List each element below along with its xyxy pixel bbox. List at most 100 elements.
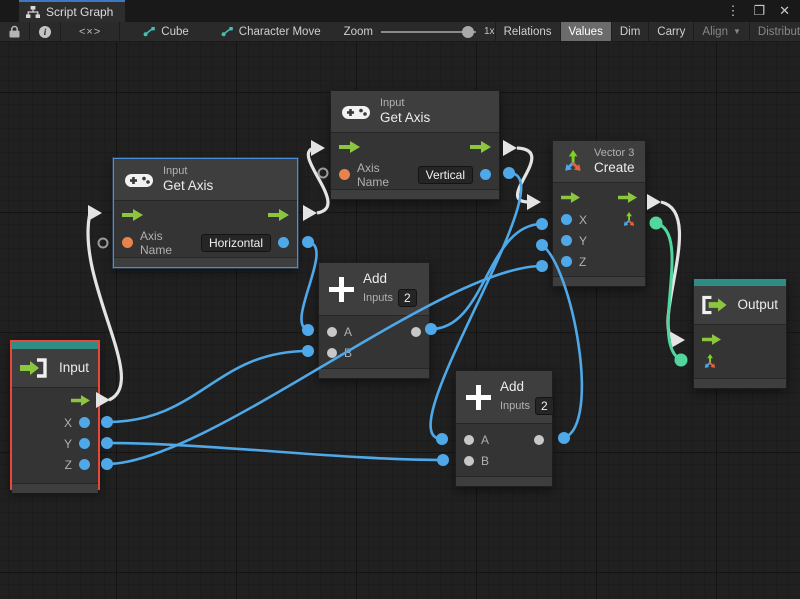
graph-canvas[interactable]: Input Get Axis Axis Name Vertical bbox=[0, 42, 800, 599]
carry-label: Carry bbox=[657, 26, 685, 38]
axis-value-out-port[interactable] bbox=[278, 237, 289, 248]
sum-out-port[interactable] bbox=[411, 327, 421, 337]
node-footer bbox=[694, 378, 786, 388]
align-dropdown[interactable]: Align ▼ bbox=[693, 22, 749, 41]
y-in-port[interactable] bbox=[561, 235, 572, 246]
axis-name-port[interactable] bbox=[339, 169, 350, 180]
connection-dot[interactable] bbox=[302, 324, 314, 336]
node-input-event[interactable]: Input X Y Z bbox=[10, 340, 100, 490]
script-graph-icon bbox=[221, 26, 234, 37]
dim-label: Dim bbox=[620, 26, 640, 38]
vector3-out-port[interactable] bbox=[621, 212, 637, 228]
flow-out-port[interactable] bbox=[71, 395, 90, 406]
z-out-port[interactable] bbox=[79, 459, 90, 470]
unconnected-port-ring[interactable] bbox=[319, 169, 328, 178]
sum-out-port[interactable] bbox=[534, 435, 544, 445]
zoom-slider[interactable] bbox=[381, 31, 476, 33]
node-footer bbox=[319, 368, 429, 378]
variables-button[interactable]: <×> bbox=[61, 22, 120, 41]
connection-dot[interactable] bbox=[302, 236, 314, 248]
flow-in-port[interactable] bbox=[339, 141, 360, 153]
wire-input-y-to-add2-b[interactable] bbox=[107, 443, 443, 460]
flow-arrow bbox=[503, 140, 517, 156]
unconnected-port-ring[interactable] bbox=[99, 239, 108, 248]
axis-name-label: Axis Name bbox=[357, 161, 411, 189]
connection-dot[interactable] bbox=[101, 458, 113, 470]
relations-button[interactable]: Relations bbox=[495, 22, 560, 41]
distribute-dropdown[interactable]: Distribute ▼ bbox=[749, 22, 800, 41]
connection-dot[interactable] bbox=[675, 354, 688, 367]
connection-dot[interactable] bbox=[302, 345, 314, 357]
inputs-count-field[interactable]: 2 bbox=[398, 289, 417, 307]
wire-flow-getaxis-horizontal-to-vertical[interactable] bbox=[308, 148, 328, 213]
axis-name-field[interactable]: Horizontal bbox=[201, 234, 271, 252]
node-add-1[interactable]: Add Inputs 2 A B bbox=[318, 262, 430, 379]
x-in-port[interactable] bbox=[561, 214, 572, 225]
wire-flow-getaxis-vertical-to-vector3[interactable] bbox=[517, 148, 532, 202]
node-title: Output bbox=[737, 297, 778, 313]
connection-dot[interactable] bbox=[437, 454, 449, 466]
node-title: Get Axis bbox=[380, 110, 430, 126]
b-in-port[interactable] bbox=[464, 456, 474, 466]
wire-input-x-to-add1-b[interactable] bbox=[107, 351, 308, 422]
axis-value-out-port[interactable] bbox=[480, 169, 491, 180]
wire-add1-to-vector3-x[interactable] bbox=[431, 224, 542, 329]
connection-dot[interactable] bbox=[503, 167, 515, 179]
gamepad-icon bbox=[124, 170, 154, 190]
node-get-axis-horizontal[interactable]: Input Get Axis Axis Name Horizontal bbox=[113, 158, 298, 268]
connection-dot[interactable] bbox=[101, 437, 113, 449]
tab-script-graph[interactable]: Script Graph bbox=[19, 0, 125, 22]
b-in-port[interactable] bbox=[327, 348, 337, 358]
flow-arrow bbox=[647, 194, 661, 210]
z-in-port[interactable] bbox=[561, 256, 572, 267]
y-out-port[interactable] bbox=[79, 438, 90, 449]
connection-dot[interactable] bbox=[650, 217, 663, 230]
breadcrumb-cube[interactable]: Cube bbox=[134, 22, 198, 41]
dim-button[interactable]: Dim bbox=[611, 22, 648, 41]
flow-in-port[interactable] bbox=[122, 209, 143, 221]
values-button[interactable]: Values bbox=[560, 22, 611, 41]
node-header: Input Get Axis bbox=[114, 159, 297, 201]
connection-dot[interactable] bbox=[536, 239, 548, 251]
flow-arrow bbox=[311, 140, 325, 156]
kebab-menu-icon[interactable]: ⋮ bbox=[726, 3, 739, 19]
port-x-label: X bbox=[64, 416, 72, 430]
lock-button[interactable] bbox=[0, 22, 30, 41]
inspect-button[interactable]: i bbox=[30, 22, 61, 41]
node-vector3-create[interactable]: Vector 3 Create X Y bbox=[552, 140, 646, 287]
a-in-port[interactable] bbox=[327, 327, 337, 337]
distribute-label: Distribute bbox=[758, 26, 800, 38]
zoom-slider-handle[interactable] bbox=[462, 26, 474, 38]
flow-in-port[interactable] bbox=[561, 192, 580, 203]
carry-button[interactable]: Carry bbox=[648, 22, 693, 41]
flow-out-port[interactable] bbox=[268, 209, 289, 221]
flow-in-port[interactable] bbox=[702, 334, 721, 345]
wire-vector3-to-output-value[interactable] bbox=[656, 223, 681, 360]
connection-dot[interactable] bbox=[558, 432, 570, 444]
axis-name-field[interactable]: Vertical bbox=[418, 166, 473, 184]
vector3-icon bbox=[561, 150, 585, 174]
x-out-port[interactable] bbox=[79, 417, 90, 428]
wire-flow-vector3-to-output[interactable] bbox=[661, 202, 679, 339]
inputs-count-field[interactable]: 2 bbox=[535, 397, 554, 415]
vector3-in-port[interactable] bbox=[702, 354, 718, 370]
connection-dot[interactable] bbox=[101, 416, 113, 428]
flow-out-port[interactable] bbox=[470, 141, 491, 153]
flow-out-port[interactable] bbox=[618, 192, 637, 203]
axis-name-port[interactable] bbox=[122, 237, 133, 248]
breadcrumb-character-move[interactable]: Character Move bbox=[212, 22, 330, 41]
a-in-port[interactable] bbox=[464, 435, 474, 445]
node-add-2[interactable]: Add Inputs 2 A B bbox=[455, 370, 553, 487]
connection-dot[interactable] bbox=[536, 218, 548, 230]
connection-dot[interactable] bbox=[436, 433, 448, 445]
close-icon[interactable]: ✕ bbox=[779, 3, 790, 19]
tab-bar: Script Graph ⋮ ❐ ✕ bbox=[0, 0, 800, 22]
node-output-event[interactable]: Output bbox=[693, 278, 787, 389]
wire-getaxis-horizontal-to-add1-a[interactable] bbox=[301, 242, 316, 330]
maximize-icon[interactable]: ❐ bbox=[753, 3, 765, 19]
connection-dot[interactable] bbox=[536, 260, 548, 272]
node-get-axis-vertical[interactable]: Input Get Axis Axis Name Vertical bbox=[330, 90, 500, 200]
node-footer bbox=[553, 276, 645, 286]
align-label: Align bbox=[702, 26, 728, 38]
port-y-label: Y bbox=[579, 234, 587, 248]
